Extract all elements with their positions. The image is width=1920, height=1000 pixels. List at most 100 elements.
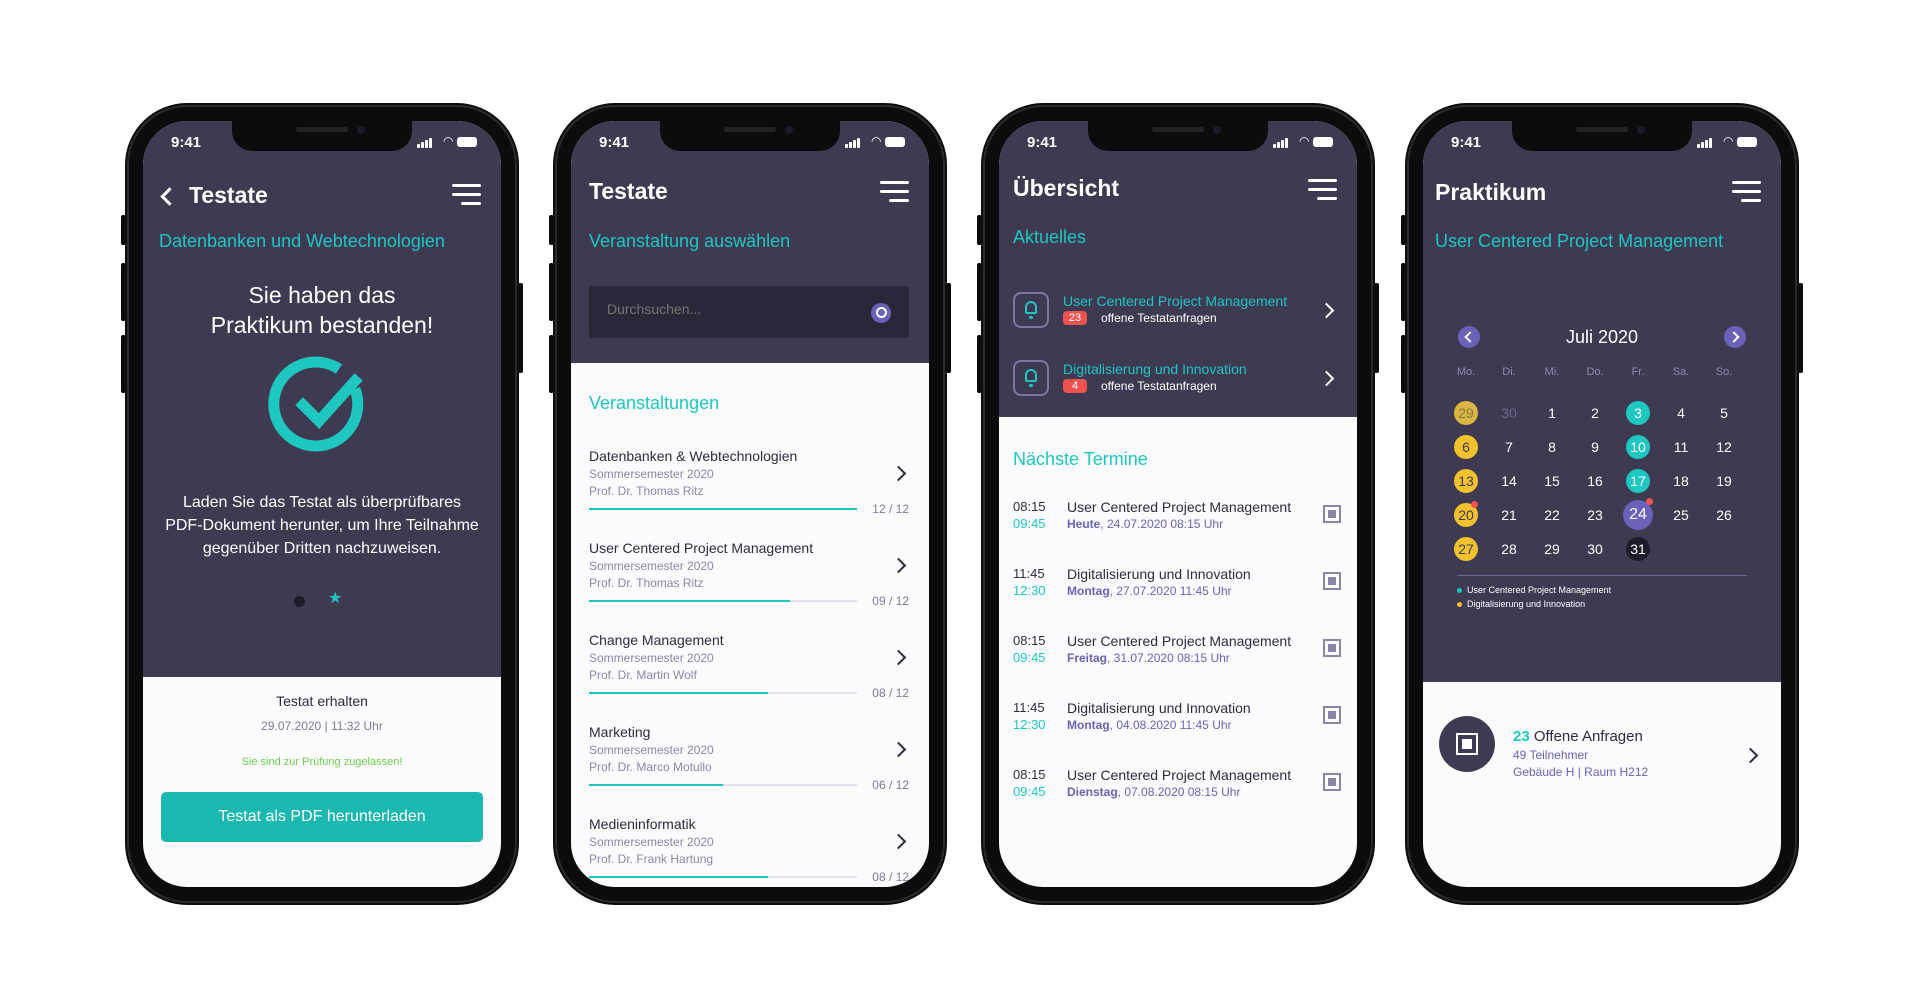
appointment-date: , 24.07.2020 08:15 Uhr [1100,517,1224,531]
course-list-item[interactable]: Medieninformatik Sommersemester 2020 Prof.… [571,804,929,887]
calendar-day[interactable]: 30 [1497,401,1521,425]
appointment-when: Montag, 27.07.2020 11:45 Uhr [1067,584,1232,598]
wifi-icon: ◠ [1723,134,1734,148]
calendar-day[interactable]: 29 [1454,401,1478,425]
chevron-right-icon[interactable] [890,465,907,482]
received-date: 29.07.2020 | 11:32 Uhr [261,719,383,733]
calendar-day[interactable]: 15 [1540,469,1564,493]
calendar-day[interactable]: 8 [1540,435,1564,459]
chevron-right-icon[interactable] [1318,302,1335,319]
appointment-end: 12:30 [1013,717,1046,732]
calendar-day[interactable]: 27 [1454,537,1478,561]
progress-text: 12 / 12 [872,502,909,516]
qr-code-icon[interactable] [1323,505,1341,523]
calendar-day[interactable]: 17 [1626,469,1650,493]
calendar-day[interactable]: 23 [1583,503,1607,527]
search-input[interactable] [605,300,849,318]
calendar-day[interactable]: 4 [1669,401,1693,425]
open-requests: 23 Offene Anfragen [1513,728,1643,745]
calendar-day[interactable]: 19 [1712,469,1736,493]
qr-code-icon[interactable] [1323,639,1341,657]
calendar-day[interactable]: 3 [1626,401,1650,425]
menu-icon[interactable] [1732,181,1761,203]
qr-code-icon[interactable] [1323,572,1341,590]
course-list-item[interactable]: Change Management Sommersemester 2020 Prof… [571,620,929,712]
calendar-day-number: 31 [1630,541,1646,557]
chevron-right-icon[interactable] [890,741,907,758]
calendar-day[interactable]: 10 [1626,435,1650,459]
news-item[interactable]: Digitalisierung und Innovation 4 offene Te… [999,357,1357,407]
menu-icon[interactable] [452,184,481,206]
appointment-start: 08:15 [1013,633,1046,648]
chevron-right-icon[interactable] [890,649,907,666]
calendar-day [1712,537,1736,561]
course-list-item[interactable]: Marketing Sommersemester 2020 Prof. Dr. Ma… [571,712,929,804]
battery-icon [1737,137,1757,147]
calendar-day[interactable]: 28 [1497,537,1521,561]
participants: 49 Teilnehmer [1513,748,1589,762]
appointment-item[interactable]: 08:15 09:45 User Centered Project Manageme… [999,633,1357,683]
chevron-right-icon[interactable] [890,833,907,850]
star-icon[interactable]: ★ [328,588,342,608]
appointment-item[interactable]: 11:45 12:30 Digitalisierung und Innovation… [999,566,1357,616]
chevron-right-icon[interactable] [1742,747,1759,764]
calendar-day[interactable]: 1 [1540,401,1564,425]
calendar-day-number: 16 [1587,473,1603,489]
calendar-day[interactable]: 24 [1623,498,1653,530]
calendar-day[interactable]: 12 [1712,435,1736,459]
calendar-day-number: 18 [1673,473,1689,489]
legend-swatch [1457,602,1462,608]
calendar-day-number: 26 [1716,507,1732,523]
calendar-day[interactable]: 11 [1669,435,1693,459]
next-month-button[interactable] [1724,326,1746,348]
requests-card[interactable]: 23 Offene Anfragen 49 Teilnehmer Gebäude… [1423,682,1781,782]
course-list-item[interactable]: Datenbanken & Webtechnologien Sommersemes… [571,436,929,528]
menu-icon[interactable] [880,181,909,203]
calendar-day[interactable]: 14 [1497,469,1521,493]
calendar-day[interactable]: 29 [1540,537,1564,561]
chevron-right-icon[interactable] [1318,370,1335,387]
search-icon[interactable] [871,303,891,323]
calendar-day[interactable]: 30 [1583,537,1607,561]
progress-fill [589,508,857,510]
calendar-day[interactable]: 25 [1669,503,1693,527]
calendar-day[interactable]: 26 [1712,503,1736,527]
calendar-day[interactable]: 2 [1583,401,1607,425]
calendar-day[interactable]: 7 [1497,435,1521,459]
calendar-day[interactable]: 21 [1497,503,1521,527]
qr-code-icon[interactable] [1323,773,1341,791]
menu-icon[interactable] [1308,179,1337,201]
course-list-item[interactable]: User Centered Project Management Sommerse… [571,528,929,620]
progress-bar [589,600,857,602]
appointment-item[interactable]: 08:15 09:45 User Centered Project Manageme… [999,499,1357,549]
download-pdf-button[interactable]: Testat als PDF herunterladen [161,792,483,842]
calendar-day[interactable]: 16 [1583,469,1607,493]
page-indicator-dot[interactable] [294,596,305,607]
qr-code-icon[interactable] [1323,706,1341,724]
calendar-day[interactable]: 31 [1626,537,1650,561]
legend-swatch [1457,588,1462,594]
room: Gebäude H | Raum H212 [1513,765,1649,779]
progress-bar [589,784,857,786]
calendar-day[interactable]: 20 [1454,501,1478,527]
news-item[interactable]: User Centered Project Management 23 offene… [999,289,1357,339]
search-field[interactable] [589,286,909,338]
calendar-day[interactable]: 18 [1669,469,1693,493]
appointment-item[interactable]: 11:45 12:30 Digitalisierung und Innovation… [999,700,1357,750]
received-label: Testat erhalten [276,693,368,709]
course-semester: Sommersemester 2020 [589,559,714,573]
appointment-end: 12:30 [1013,583,1046,598]
calendar-day[interactable]: 6 [1454,435,1478,459]
chevron-right-icon[interactable] [890,557,907,574]
calendar-day[interactable]: 22 [1540,503,1564,527]
bell-icon [1013,292,1049,328]
back-chevron-icon[interactable] [160,187,179,206]
calendar-day[interactable]: 13 [1454,469,1478,493]
appointment-course: User Centered Project Management [1067,499,1292,515]
calendar-day[interactable]: 9 [1583,435,1607,459]
course-semester: Sommersemester 2020 [589,467,714,481]
page-title: Testate [589,178,668,204]
weekday-label: So. [1715,366,1733,378]
appointment-item[interactable]: 08:15 09:45 User Centered Project Manageme… [999,767,1357,817]
calendar-day[interactable]: 5 [1712,401,1736,425]
